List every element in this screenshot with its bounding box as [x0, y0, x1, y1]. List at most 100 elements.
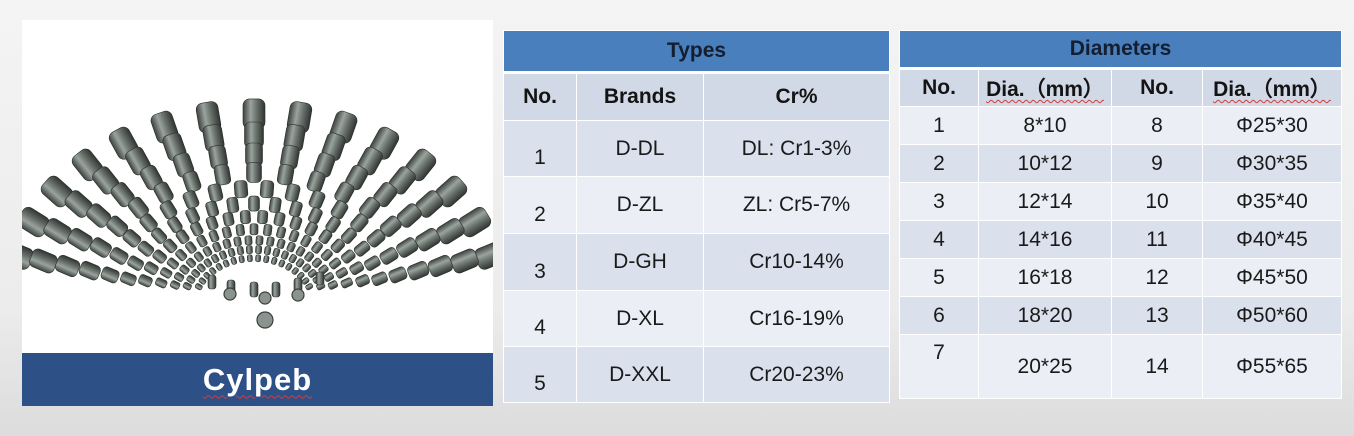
- cylpeb-piece: [407, 261, 430, 281]
- types-cell-cr: ZL: Cr5-7%: [703, 176, 890, 234]
- cylpeb-piece: [255, 235, 264, 246]
- cylpeb-piece: [236, 246, 245, 256]
- types-cell-cr: Cr20-23%: [703, 346, 890, 403]
- types-cell-brand: D-ZL: [576, 176, 704, 234]
- types-cell-cr: DL: Cr1-3%: [703, 120, 890, 177]
- cylpeb-piece: [175, 248, 188, 262]
- table-row: 5 16*18 12 Φ45*50: [899, 258, 1342, 297]
- cylpeb-piece: [219, 250, 228, 260]
- types-cell-no: 4: [503, 290, 577, 347]
- cylpeb-piece: [244, 235, 253, 246]
- cylpeb-piece: [248, 195, 260, 212]
- diameters-cell-dia: 10*12: [978, 144, 1112, 183]
- cylpeb-piece: [155, 277, 168, 289]
- types-cell-no: 5: [503, 346, 577, 403]
- cylpeb-end-disc: [258, 291, 272, 305]
- diameters-cell-dia: Φ30*35: [1202, 144, 1342, 183]
- table-row: 3 12*14 10 Φ35*40: [899, 182, 1342, 221]
- diameters-cell-no: 1: [899, 106, 979, 145]
- cylpeb-piece: [100, 266, 120, 284]
- types-cell-cr: Cr16-19%: [703, 290, 890, 347]
- cylpeb-piece: [266, 236, 275, 247]
- cylpeb-piece: [230, 257, 238, 265]
- table-row: 4 14*16 11 Φ40*45: [899, 220, 1342, 259]
- diameters-table: Diameters No. Dia.（mm） No. Dia.（mm） 1 8*…: [899, 30, 1342, 399]
- cylpeb-piece: [54, 255, 81, 277]
- cylpeb-piece: [295, 246, 306, 257]
- cylpeb-piece: [311, 241, 323, 254]
- diameters-cell-no: 8: [1111, 106, 1203, 145]
- cylpeb-piece: [238, 255, 245, 264]
- diameters-cell-no: 14: [1111, 334, 1203, 399]
- diameters-cell-no: 9: [1111, 144, 1203, 183]
- diameters-cell-no: 3: [899, 182, 979, 221]
- cylpeb-piece: [186, 257, 197, 268]
- cylpeb-piece: [268, 196, 282, 214]
- diameters-cell-dia: Φ40*45: [1202, 220, 1342, 259]
- cylpeb-piece: [198, 277, 207, 285]
- diameters-cell-dia: 8*10: [978, 106, 1112, 145]
- diameters-cell-dia: Φ25*30: [1202, 106, 1342, 145]
- cylpeb-piece: [211, 254, 220, 264]
- cylpeb-piece: [315, 271, 325, 286]
- cylpeb-piece: [202, 246, 213, 257]
- cylpeb-piece: [285, 263, 293, 271]
- types-cell-brand: D-DL: [576, 120, 704, 177]
- cylpeb-piece: [205, 200, 220, 218]
- cylpeb-piece: [205, 215, 219, 231]
- cylpeb-piece: [182, 190, 200, 210]
- cylpeb-piece: [300, 234, 312, 248]
- diameters-cell-dia: Φ35*40: [1202, 182, 1342, 221]
- cylpeb-piece: [222, 259, 230, 268]
- types-cell-brand: D-XXL: [576, 346, 704, 403]
- cylpeb-piece: [235, 224, 245, 237]
- diameters-header-dia-2-text: Dia.（mm）: [1213, 78, 1331, 101]
- cylpeb-piece: [257, 210, 269, 225]
- product-caption-text: Cylpeb: [202, 361, 313, 397]
- cylpeb-piece: [311, 257, 322, 268]
- table-row: 1 8*10 8 Φ25*30: [899, 106, 1342, 145]
- cylpeb-piece: [364, 255, 381, 271]
- table-row: 3 D-GH Cr10-14%: [503, 233, 890, 291]
- cylpeb-piece: [291, 267, 299, 275]
- diameters-cell-no: 10: [1111, 182, 1203, 221]
- cylpeb-piece: [255, 254, 261, 263]
- cylpeb-piece: [427, 255, 454, 277]
- diameters-header-row: No. Dia.（mm） No. Dia.（mm）: [899, 68, 1342, 107]
- cylpeb-piece: [249, 281, 259, 298]
- diameters-cell-dia: Φ45*50: [1202, 258, 1342, 297]
- cylpeb-end-disc: [256, 311, 274, 329]
- diameters-cell-dia: 20*25: [978, 334, 1112, 399]
- cylpeb-piece: [239, 210, 251, 225]
- cylpeb-piece: [166, 257, 180, 270]
- diameters-cell-no: 6: [899, 296, 979, 335]
- cylpeb-piece: [270, 257, 278, 265]
- cylpeb-piece: [196, 234, 208, 248]
- cylpeb-piece: [226, 196, 240, 214]
- diameters-header-dia-text: Dia.（mm）: [986, 78, 1104, 101]
- cylpeb-piece: [193, 251, 204, 262]
- cylpeb-piece: [295, 258, 305, 268]
- cylpeb-piece: [286, 241, 296, 253]
- cylpeb-piece: [320, 248, 333, 262]
- cylpeb-piece: [207, 274, 217, 290]
- cylpeb-piece: [233, 180, 249, 199]
- table-row: 2 10*12 9 Φ30*35: [899, 144, 1342, 183]
- cylpeb-piece: [120, 271, 137, 287]
- product-caption: Cylpeb: [22, 353, 493, 406]
- diameters-cell-no: 11: [1111, 220, 1203, 259]
- cylpeb-piece: [160, 267, 173, 279]
- cylpeb-piece: [259, 180, 275, 199]
- types-header-no: No.: [503, 72, 577, 121]
- cylpeb-product-image: [22, 98, 493, 329]
- cylpeb-piece: [233, 236, 242, 247]
- cylpeb-piece: [263, 246, 272, 256]
- cylpeb-piece: [327, 280, 339, 290]
- diameters-header-no-2: No.: [1111, 68, 1203, 107]
- cylpeb-piece: [335, 267, 348, 279]
- cylpeb-piece: [328, 257, 342, 270]
- diameters-cell-dia: 16*18: [978, 258, 1112, 297]
- types-header-cr: Cr%: [703, 72, 890, 121]
- cylpeb-piece: [308, 190, 326, 210]
- types-header-row: No. Brands Cr%: [503, 72, 890, 121]
